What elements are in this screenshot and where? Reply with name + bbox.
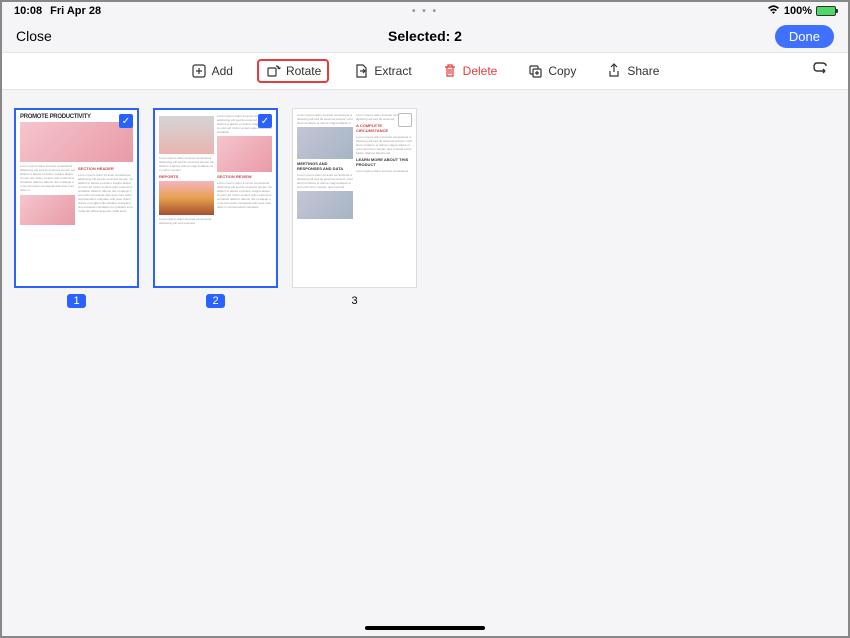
header: Close Selected: 2 Done	[2, 20, 848, 52]
done-button[interactable]: Done	[775, 25, 834, 48]
extract-icon	[353, 63, 369, 79]
thumb-image	[297, 191, 353, 219]
share-label: Share	[627, 64, 659, 78]
thumb-heading: REPORTS	[159, 174, 214, 179]
page-item-3[interactable]: Lorem ipsum dolor sit amet consectetur a…	[292, 108, 417, 308]
thumb-text: Lorem ipsum dolor sit amet consectetur a…	[356, 135, 412, 155]
page-thumbnail[interactable]: Lorem ipsum dolor sit amet consectetur a…	[153, 108, 278, 288]
thumb-heading: LEARN MORE ABOUT THIS PRODUCT	[356, 157, 412, 167]
status-date: Fri Apr 28	[50, 5, 101, 17]
thumb-text: Lorem ipsum dolor sit amet consectetur a…	[159, 217, 214, 225]
page-number: 3	[345, 294, 363, 308]
close-button[interactable]: Close	[16, 28, 52, 44]
page-number: 2	[206, 294, 224, 308]
thumb-image	[297, 127, 353, 159]
page-grid: PROMOTE PRODUCTIVITY Lorem ipsum dolor s…	[2, 90, 848, 326]
extract-button[interactable]: Extract	[347, 59, 417, 83]
thumb-heading: SECTION HEADER	[78, 166, 133, 171]
checkbox-checked-icon[interactable]: ✓	[119, 114, 133, 128]
thumb-text: Lorem ipsum dolor sit amet consectetur a…	[20, 164, 75, 192]
thumb-text: Lorem ipsum dolor sit amet consectetur a…	[297, 173, 353, 189]
copy-label: Copy	[548, 64, 576, 78]
copy-button[interactable]: Copy	[521, 59, 582, 83]
home-indicator[interactable]	[365, 626, 485, 630]
thumb-image	[159, 116, 214, 154]
page-item-2[interactable]: Lorem ipsum dolor sit amet consectetur a…	[153, 108, 278, 308]
rotate-icon	[265, 63, 281, 79]
undo-button[interactable]	[812, 60, 830, 83]
share-icon	[606, 63, 622, 79]
checkbox-unchecked-icon[interactable]	[398, 113, 412, 127]
share-button[interactable]: Share	[600, 59, 665, 83]
checkbox-checked-icon[interactable]: ✓	[258, 114, 272, 128]
delete-button[interactable]: Delete	[436, 59, 504, 83]
delete-label: Delete	[463, 64, 498, 78]
page-item-1[interactable]: PROMOTE PRODUCTIVITY Lorem ipsum dolor s…	[14, 108, 139, 308]
toolbar: Add Rotate Extract Delete Copy	[2, 52, 848, 90]
thumb-image	[217, 136, 272, 172]
status-dots: • • •	[412, 6, 438, 17]
copy-icon	[527, 63, 543, 79]
battery-percent: 100%	[784, 5, 812, 17]
wifi-icon	[767, 5, 780, 18]
thumb-heading: SECTION REVIEW	[217, 174, 272, 179]
rotate-label: Rotate	[286, 64, 321, 78]
undo-icon	[812, 60, 830, 78]
battery-icon	[816, 6, 836, 16]
thumb-title: PROMOTE PRODUCTIVITY	[20, 114, 133, 120]
add-button[interactable]: Add	[185, 59, 239, 83]
extract-label: Extract	[374, 64, 411, 78]
rotate-button[interactable]: Rotate	[257, 59, 329, 83]
thumb-text: Lorem ipsum dolor sit amet consectetur a…	[297, 113, 353, 125]
thumb-heading: MEETINGS AND RESPONSES AND DATA	[297, 161, 353, 171]
trash-icon	[442, 63, 458, 79]
status-bar: 10:08 Fri Apr 28 • • • 100%	[2, 2, 848, 20]
thumb-text: Lorem ipsum dolor sit amet consectetur a…	[159, 156, 214, 172]
status-time: 10:08	[14, 5, 42, 17]
thumb-image	[20, 122, 133, 162]
page-thumbnail[interactable]: PROMOTE PRODUCTIVITY Lorem ipsum dolor s…	[14, 108, 139, 288]
thumb-text: Lorem ipsum dolor sit amet consectetur a…	[217, 181, 272, 209]
page-thumbnail[interactable]: Lorem ipsum dolor sit amet consectetur a…	[292, 108, 417, 288]
thumb-image	[20, 195, 75, 225]
thumb-text: Lorem ipsum dolor sit amet consectetur a…	[78, 173, 133, 213]
page-title: Selected: 2	[388, 28, 462, 44]
thumb-text: Lorem ipsum dolor sit amet consectetur	[356, 169, 412, 173]
add-icon	[191, 63, 207, 79]
page-number: 1	[67, 294, 85, 308]
thumb-image	[159, 181, 214, 215]
add-label: Add	[212, 64, 233, 78]
